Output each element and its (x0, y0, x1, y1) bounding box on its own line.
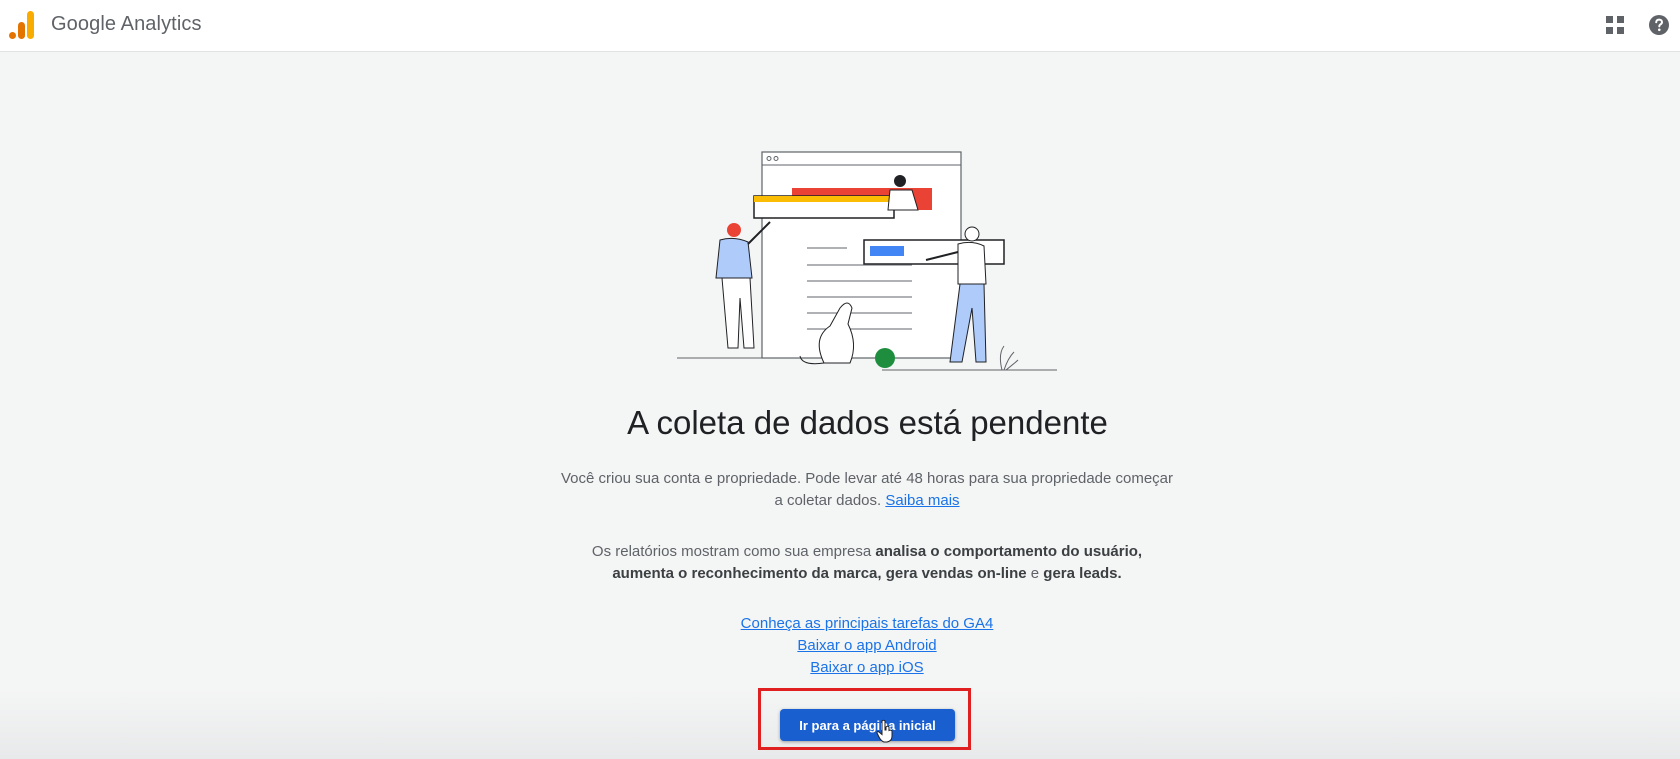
top-app-bar: Google Analytics (0, 0, 1680, 52)
help-circle-icon[interactable] (1647, 13, 1671, 37)
reports-text-2: e (1026, 565, 1044, 582)
learn-more-link[interactable]: Saiba mais (885, 492, 959, 509)
intro-paragraph: Você criou sua conta e propriedade. Pode… (560, 468, 1174, 512)
google-analytics-logo-icon[interactable] (9, 10, 35, 40)
reports-bold-2: gera leads. (1043, 565, 1122, 582)
intro-text: Você criou sua conta e propriedade. Pode… (560, 470, 1174, 509)
ga4-tasks-link[interactable]: Conheça as principais tarefas do GA4 (560, 613, 1174, 635)
reports-text-1: Os relatórios mostram como sua empresa (591, 543, 876, 560)
data-pending-illustration (677, 151, 1057, 371)
android-app-link[interactable]: Baixar o app Android (560, 635, 1174, 657)
resource-links: Conheça as principais tarefas do GA4 Bai… (560, 613, 1174, 679)
apps-grid-icon[interactable] (1604, 14, 1626, 36)
app-title: Google Analytics (51, 13, 202, 35)
reports-paragraph: Os relatórios mostram como sua empresa a… (560, 541, 1174, 585)
ios-app-link[interactable]: Baixar o app iOS (560, 657, 1174, 679)
page-headline: A coleta de dados está pendente (627, 404, 1108, 441)
go-to-home-button[interactable]: Ir para a página inicial (780, 709, 955, 741)
